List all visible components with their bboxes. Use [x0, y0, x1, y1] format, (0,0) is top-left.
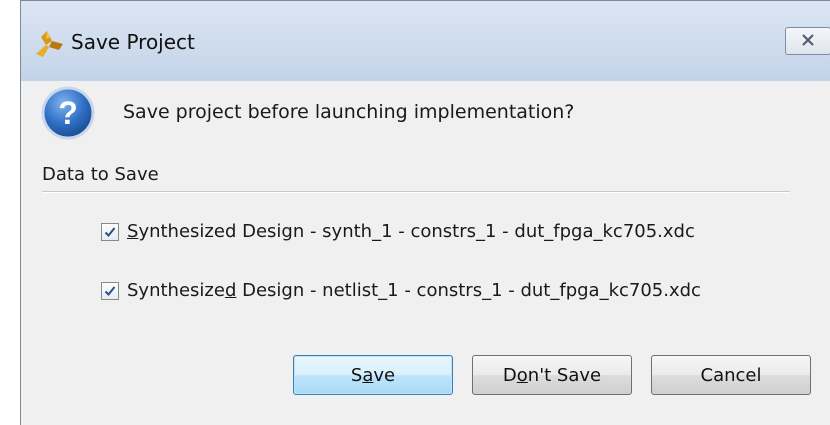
- question-icon: ?: [39, 84, 97, 142]
- dialog-content: ? Save project before launching implemen…: [21, 81, 830, 425]
- close-icon: [800, 32, 816, 51]
- close-button[interactable]: [785, 27, 830, 55]
- checkbox-label-synth[interactable]: Synthesized Design - synth_1 - constrs_1…: [127, 221, 695, 242]
- checkbox-netlist[interactable]: [101, 281, 119, 300]
- save-project-dialog: Save Project ? Save project before launc…: [20, 0, 830, 425]
- checkmark-icon: [104, 285, 116, 296]
- window-title: Save Project: [71, 30, 195, 54]
- app-logo-icon: [33, 28, 65, 60]
- separator: [42, 191, 790, 193]
- dont-save-button[interactable]: Do n't Save: [472, 355, 632, 395]
- cancel-button[interactable]: Cancel: [651, 355, 811, 395]
- checkbox-label-netlist[interactable]: Synthesized Design - netlist_1 - constrs…: [127, 280, 701, 301]
- section-label: Data to Save: [42, 164, 159, 185]
- prompt-message: Save project before launching implementa…: [123, 101, 575, 123]
- checkbox-row-netlist[interactable]: Synthesized Design - netlist_1 - constrs…: [101, 280, 701, 301]
- title-bar[interactable]: Save Project: [21, 1, 830, 81]
- checkbox-synth[interactable]: [101, 222, 119, 241]
- save-button[interactable]: Sa ve: [293, 355, 453, 395]
- checkmark-icon: [104, 226, 116, 237]
- svg-text:?: ?: [58, 95, 78, 131]
- checkbox-row-synth[interactable]: Synthesized Design - synth_1 - constrs_1…: [101, 221, 695, 242]
